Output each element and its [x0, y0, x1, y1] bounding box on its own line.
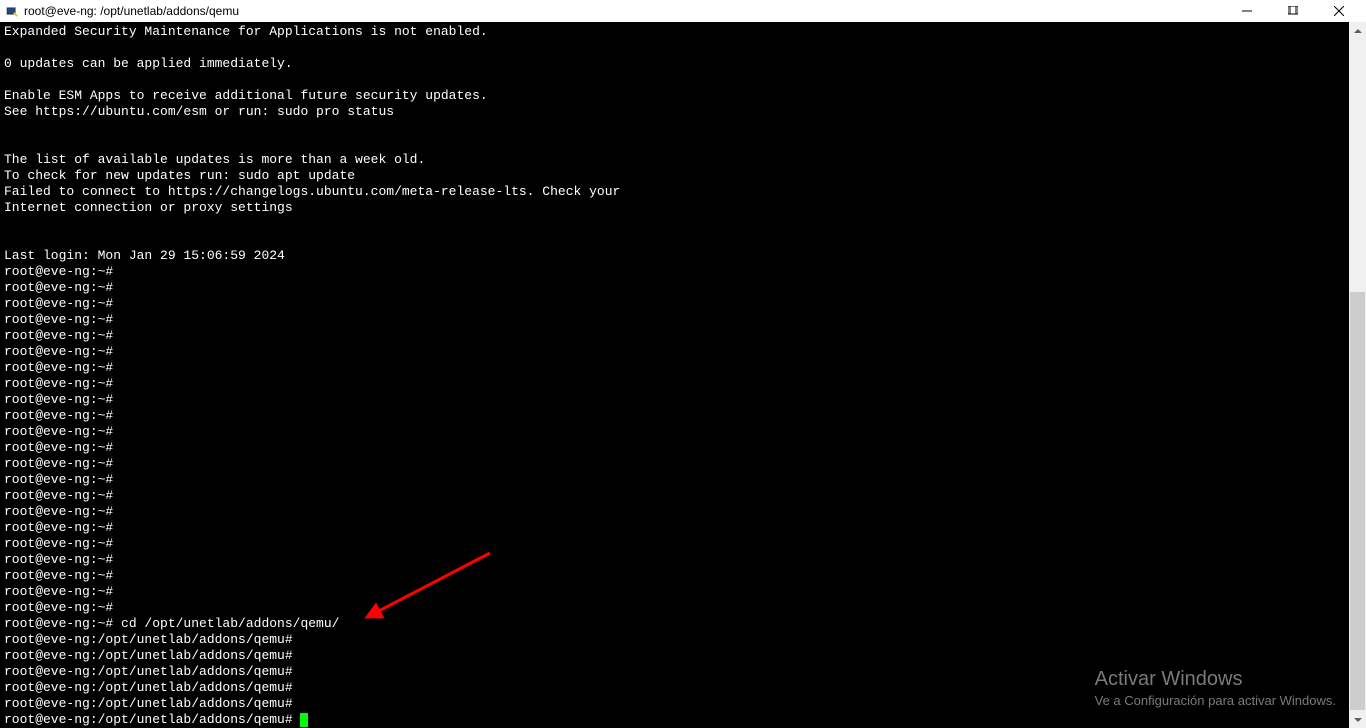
terminal-line: root@eve-ng:~# — [4, 264, 1362, 280]
terminal-line: root@eve-ng:~# — [4, 280, 1362, 296]
window-titlebar: root@eve-ng: /opt/unetlab/addons/qemu — [0, 0, 1366, 22]
terminal-line: Last login: Mon Jan 29 15:06:59 2024 — [4, 248, 1362, 264]
terminal-line: root@eve-ng:~# — [4, 424, 1362, 440]
terminal-line: root@eve-ng:~# cd /opt/unetlab/addons/qe… — [4, 616, 1362, 632]
terminal-line: root@eve-ng:~# — [4, 440, 1362, 456]
terminal-prompt-line[interactable]: root@eve-ng:/opt/unetlab/addons/qemu# — [4, 712, 1362, 728]
window-title: root@eve-ng: /opt/unetlab/addons/qemu — [24, 4, 1224, 18]
terminal-prompt-text: root@eve-ng:/opt/unetlab/addons/qemu# — [4, 712, 300, 727]
terminal-line: root@eve-ng:~# — [4, 328, 1362, 344]
terminal-line: root@eve-ng:~# — [4, 472, 1362, 488]
terminal-line: To check for new updates run: sudo apt u… — [4, 168, 1362, 184]
close-button[interactable] — [1316, 0, 1362, 22]
terminal-line: root@eve-ng:~# — [4, 552, 1362, 568]
scrollbar-up-button[interactable] — [1349, 22, 1366, 39]
minimize-button[interactable] — [1224, 0, 1270, 22]
window-controls — [1224, 0, 1362, 22]
terminal-line: root@eve-ng:~# — [4, 312, 1362, 328]
terminal-viewport[interactable]: Expanded Security Maintenance for Applic… — [0, 22, 1366, 728]
terminal-line: root@eve-ng:~# — [4, 408, 1362, 424]
terminal-line: root@eve-ng:~# — [4, 376, 1362, 392]
terminal-line: 0 updates can be applied immediately. — [4, 56, 1362, 72]
watermark-title: Activar Windows — [1095, 668, 1336, 691]
terminal-line: root@eve-ng:~# — [4, 392, 1362, 408]
terminal-line: Failed to connect to https://changelogs.… — [4, 184, 1362, 200]
terminal-line — [4, 216, 1362, 232]
terminal-line: The list of available updates is more th… — [4, 152, 1362, 168]
terminal-line: Internet connection or proxy settings — [4, 200, 1362, 216]
terminal-line — [4, 232, 1362, 248]
terminal-line: root@eve-ng:~# — [4, 600, 1362, 616]
terminal-line: root@eve-ng:~# — [4, 456, 1362, 472]
terminal-line: Enable ESM Apps to receive additional fu… — [4, 88, 1362, 104]
terminal-line: root@eve-ng:~# — [4, 344, 1362, 360]
maximize-button[interactable] — [1270, 0, 1316, 22]
windows-activation-watermark: Activar Windows Ve a Configuración para … — [1095, 668, 1336, 708]
terminal-line: root@eve-ng:~# — [4, 520, 1362, 536]
watermark-subtitle: Ve a Configuración para activar Windows. — [1095, 693, 1336, 708]
terminal-line: root@eve-ng:~# — [4, 296, 1362, 312]
scrollbar-thumb[interactable] — [1350, 292, 1365, 710]
terminal-line — [4, 136, 1362, 152]
terminal-line: root@eve-ng:/opt/unetlab/addons/qemu# — [4, 632, 1362, 648]
terminal-cursor — [300, 713, 308, 727]
putty-icon — [4, 3, 20, 19]
terminal-line: root@eve-ng:~# — [4, 584, 1362, 600]
terminal-line — [4, 72, 1362, 88]
terminal-line: root@eve-ng:~# — [4, 536, 1362, 552]
terminal-line: root@eve-ng:/opt/unetlab/addons/qemu# — [4, 648, 1362, 664]
terminal-line — [4, 40, 1362, 56]
scrollbar-down-button[interactable] — [1349, 711, 1366, 728]
terminal-line: root@eve-ng:~# — [4, 504, 1362, 520]
terminal-line: root@eve-ng:~# — [4, 360, 1362, 376]
terminal-line — [4, 120, 1362, 136]
terminal-line: Expanded Security Maintenance for Applic… — [4, 24, 1362, 40]
terminal-line: root@eve-ng:~# — [4, 568, 1362, 584]
terminal-line: root@eve-ng:~# — [4, 488, 1362, 504]
scrollbar-track[interactable] — [1349, 22, 1366, 728]
terminal-line: See https://ubuntu.com/esm or run: sudo … — [4, 104, 1362, 120]
